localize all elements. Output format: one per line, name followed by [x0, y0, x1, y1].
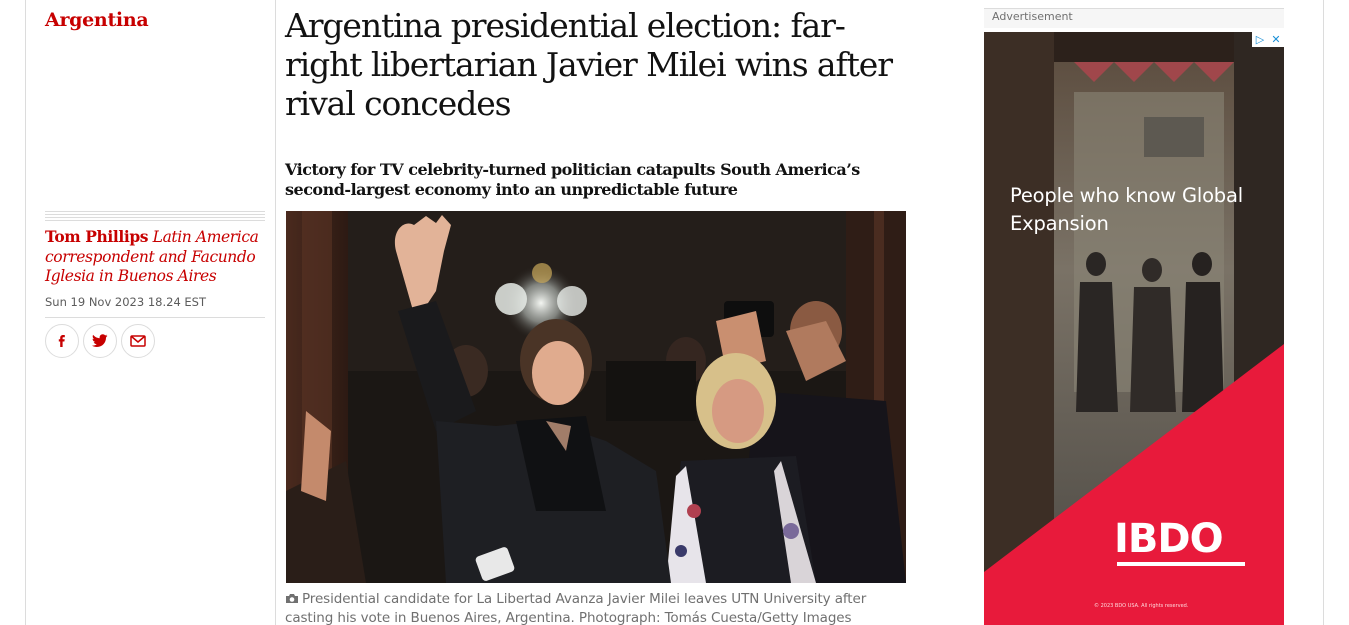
main-photo[interactable] [286, 211, 906, 583]
meta-rules [45, 211, 265, 223]
author-link[interactable]: Tom Phillips [45, 227, 149, 246]
page-frame-right [1323, 0, 1324, 625]
article-standfirst: Victory for TV celebrity-turned politici… [285, 160, 860, 199]
ad-headline: People who know Global Expansion [1010, 184, 1243, 235]
photo-caption: Presidential candidate for La Libertad A… [285, 590, 910, 625]
section-link-argentina[interactable]: Argentina [45, 9, 149, 31]
byline: Tom Phillips Latin America correspondent… [45, 227, 267, 287]
column-divider [275, 0, 276, 625]
adchoices-icon[interactable]: ▷ [1252, 32, 1268, 47]
ad-brand-underline [1117, 562, 1245, 566]
ad-fineprint: © 2023 BDO USA. All rights reserved. [1094, 603, 1189, 609]
share-facebook-button[interactable] [45, 324, 79, 358]
caption-text: Presidential candidate for La Libertad A… [285, 591, 867, 625]
email-icon [130, 335, 146, 347]
ad-label: Advertisement [992, 10, 1073, 23]
ad-choices[interactable]: ▷ ✕ [1252, 32, 1284, 47]
share-email-button[interactable] [121, 324, 155, 358]
ad-brand-logo: IBDO [1114, 516, 1224, 562]
page-frame-left [25, 0, 26, 625]
camera-icon [286, 594, 298, 603]
publish-date: Sun 19 Nov 2023 18.24 EST [45, 295, 207, 309]
share-twitter-button[interactable] [83, 324, 117, 358]
twitter-icon [92, 334, 108, 347]
advertisement[interactable]: ▷ ✕ People who know Global Expansion IBD… [984, 32, 1284, 625]
share-buttons [45, 324, 155, 358]
close-icon[interactable]: ✕ [1268, 32, 1284, 47]
meta-divider [45, 317, 265, 318]
facebook-icon [58, 335, 65, 347]
article-headline: Argentina presidential election: far-rig… [285, 6, 893, 123]
